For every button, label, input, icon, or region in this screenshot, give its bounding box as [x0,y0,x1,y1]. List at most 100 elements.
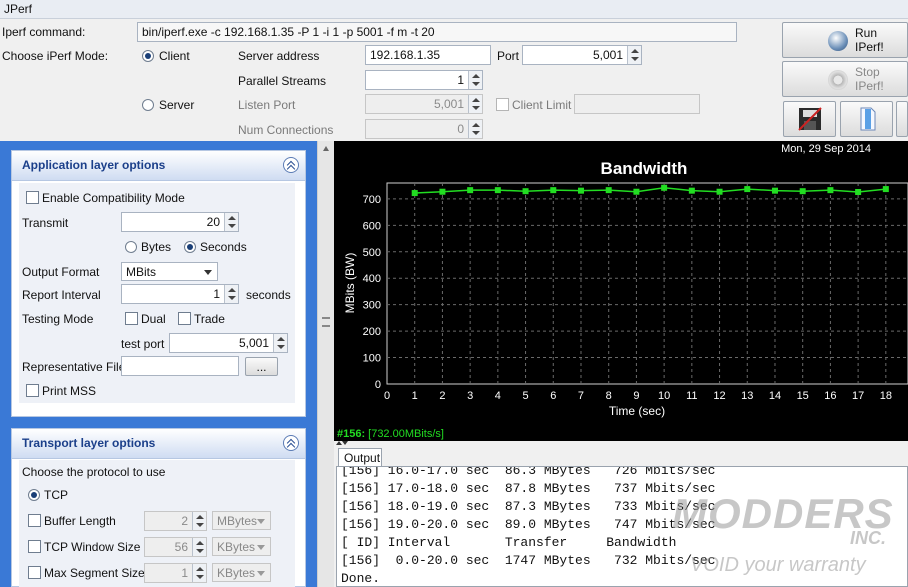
transmit-spinner[interactable] [224,213,238,231]
save-button[interactable] [783,101,836,137]
port-input[interactable]: 5,001 [522,45,642,65]
client-limit-label: Client Limit [512,98,572,112]
data-point [716,188,723,195]
test-port-input[interactable]: 5,001 [169,333,288,353]
transmit-label: Transmit [22,216,69,230]
data-point [688,187,695,194]
output-format-label: Output Format [22,265,100,279]
server-address-input[interactable]: 192.168.1.35 [365,45,491,65]
dual-label: Dual [141,312,166,326]
mode-label: Choose iPerf Mode: [2,49,109,63]
compatibility-checkbox[interactable] [26,191,39,204]
splitter-arrows-icon[interactable] [336,441,348,446]
tcp-window-checkbox[interactable] [28,540,41,553]
seconds-label: Seconds [200,240,247,254]
trade-checkbox[interactable] [178,312,191,325]
port-value: 5,001 [592,48,623,62]
y-tick-label: 100 [363,353,381,365]
client-limit-input[interactable] [574,94,700,114]
buffer-length-checkbox[interactable] [28,514,41,527]
data-point [799,188,806,195]
stop-iperf-button[interactable]: Stop IPerf! [782,61,908,97]
tcp-radio[interactable] [28,489,40,501]
max-segment-unit-value: KBytes [217,566,256,580]
max-segment-unit-select[interactable]: KBytes [212,563,271,582]
command-field[interactable]: bin/iperf.exe -c 192.168.1.35 -P 1 -i 1 … [137,22,737,42]
browse-button[interactable]: ... [245,357,278,376]
server-radio[interactable] [142,99,154,111]
x-tick-label: 8 [606,390,612,402]
x-tick-label: 14 [769,390,781,402]
tab-output[interactable]: Output [338,448,382,466]
x-tick-label: 7 [578,390,584,402]
output-line: Done. [341,571,381,586]
seconds-radio[interactable] [184,241,196,253]
buffer-unit-select[interactable]: MBytes [212,511,271,530]
x-tick-label: 17 [852,390,864,402]
toolbar-overflow-button[interactable] [896,101,908,137]
y-tick-label: 700 [363,194,381,206]
max-segment-input[interactable]: 1 [144,563,207,583]
parallel-streams-input[interactable]: 1 [365,70,483,90]
data-point [661,184,668,191]
tcp-window-spinner[interactable] [192,538,206,556]
options-scrollbar[interactable] [317,141,334,587]
max-segment-spinner[interactable] [192,564,206,582]
output-console: [156] 16.0-17.0 sec 86.3 MBytes 726 Mbit… [336,466,908,587]
run-iperf-button[interactable]: Run IPerf! [782,22,908,58]
transport-layer-header[interactable]: Transport layer options [12,429,305,459]
collapse-icon[interactable] [283,157,299,173]
data-point [882,186,889,193]
client-limit-checkbox[interactable] [496,98,509,111]
server-address-label: Server address [238,49,320,63]
scroll-up-icon[interactable] [323,146,329,151]
open-button[interactable] [840,101,893,137]
x-tick-label: 9 [633,390,639,402]
y-axis-label: MBits (BW) [343,253,357,314]
buffer-length-label: Buffer Length [44,514,116,528]
output-line: [156] 16.0-17.0 sec 86.3 MBytes 726 Mbit… [341,466,716,478]
buffer-length-input[interactable]: 2 [144,511,207,531]
transmit-input[interactable]: 20 [121,212,239,232]
output-line: [ ID] Interval Transfer Bandwidth [341,535,677,550]
series-line [414,187,886,194]
dual-checkbox[interactable] [125,312,138,325]
testing-mode-label: Testing Mode [22,312,94,326]
tcp-window-unit-value: KBytes [217,540,256,554]
representative-file-input[interactable] [121,356,239,376]
collapse-icon[interactable] [283,435,299,451]
x-tick-label: 3 [467,390,473,402]
port-spinner[interactable] [627,46,641,64]
report-interval-spinner[interactable] [224,285,238,303]
num-connections-spinner[interactable] [468,120,482,138]
data-point [633,188,640,195]
tcp-window-input[interactable]: 56 [144,537,207,557]
print-mss-checkbox[interactable] [26,384,39,397]
x-tick-label: 13 [741,390,753,402]
listen-port-input[interactable]: 5,001 [365,94,483,114]
client-radio[interactable] [142,50,154,62]
chart-status-value: [732.00MBits/s] [368,428,444,440]
x-tick-label: 16 [824,390,836,402]
bytes-radio[interactable] [125,241,137,253]
output-format-select[interactable]: MBits [121,262,218,281]
num-connections-input[interactable]: 0 [365,119,483,139]
output-format-value: MBits [126,265,156,279]
max-segment-label: Max Segment Size [44,566,145,580]
stop-icon [828,70,848,90]
max-segment-checkbox[interactable] [28,566,41,579]
x-tick-label: 1 [412,390,418,402]
command-label: Iperf command: [2,25,86,39]
parallel-streams-spinner[interactable] [468,71,482,89]
report-interval-input[interactable]: 1 [121,284,239,304]
data-point [467,187,474,194]
bandwidth-chart-panel: Mon, 29 Sep 2014 Bandwidth 0 100 200 300 400… [334,141,908,441]
test-port-spinner[interactable] [273,334,287,352]
application-layer-header[interactable]: Application layer options [12,151,305,181]
max-segment-value: 1 [181,566,188,580]
x-tick-label: 11 [686,390,697,402]
splitter-grip-icon[interactable] [322,317,330,327]
tcp-window-unit-select[interactable]: KBytes [212,537,271,556]
listen-port-spinner[interactable] [468,95,482,113]
buffer-length-spinner[interactable] [192,512,206,530]
